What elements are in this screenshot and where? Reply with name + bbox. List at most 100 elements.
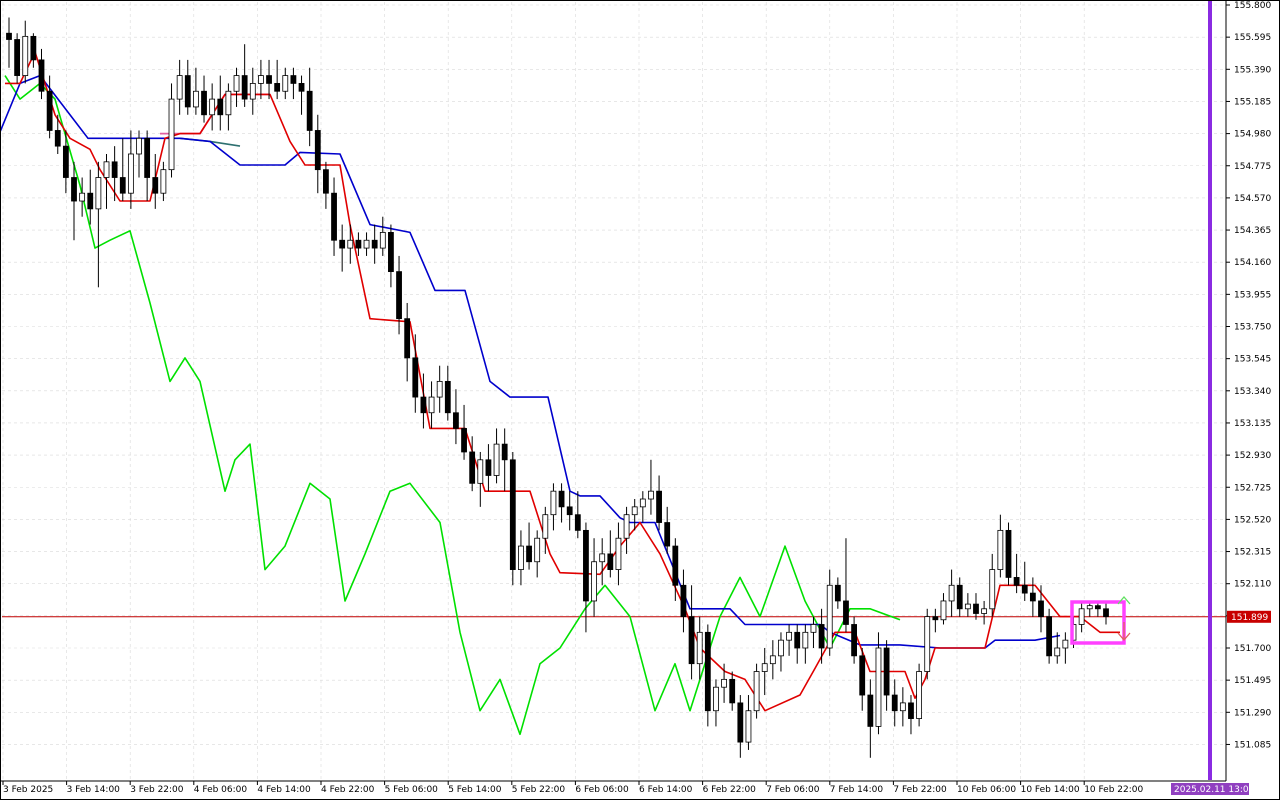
candle-body-bear [144, 137, 151, 178]
candle-body-bear [558, 490, 565, 508]
y-tick-label: 151.085 [1234, 740, 1271, 750]
y-tick-label: 151.495 [1234, 676, 1271, 686]
candle-body-bull [347, 239, 354, 249]
candle-body-bear [672, 545, 679, 586]
x-tick-label: 7 Feb 14:00 [830, 785, 884, 795]
candle-body-bull [753, 671, 760, 712]
y-tick-label: 153.750 [1234, 323, 1271, 333]
candle-body-bull [428, 396, 435, 414]
candle-body-bear [87, 192, 94, 210]
y-tick-label: 154.980 [1234, 130, 1271, 140]
y-tick-label: 154.160 [1234, 258, 1271, 268]
candle [875, 632, 882, 735]
candle [509, 451, 516, 586]
candle-body-bear [404, 318, 411, 359]
candle-body-bull [1086, 605, 1093, 610]
candle-body-bear [956, 584, 963, 610]
candle-body-bear [526, 545, 532, 563]
candle-body-bear [973, 603, 979, 614]
candle-body-bull [258, 75, 264, 84]
x-tick-label: 10 Feb 14:00 [1021, 785, 1080, 795]
candle-body-bull [802, 631, 809, 649]
candle-body-bull [786, 631, 792, 641]
x-tick-label: 5 Feb 06:00 [385, 785, 439, 795]
y-tick-label: 153.340 [1234, 387, 1271, 397]
candle-body-bull [127, 153, 134, 194]
candle-body-bull [826, 584, 833, 649]
candle [924, 608, 931, 680]
candle-body-bull [631, 506, 638, 516]
candle-body-bear [818, 624, 825, 649]
candle-body-bear [656, 490, 662, 523]
x-tick-label: 3 Feb 14:00 [67, 785, 121, 795]
candle-body-bear [184, 75, 191, 108]
candle-body-bull [1078, 608, 1085, 625]
current-price-label: 151.899 [1231, 613, 1268, 623]
candle-body-bear [453, 412, 459, 429]
current-time-vline[interactable] [1208, 0, 1212, 780]
candle-body-bear [843, 600, 849, 625]
vertical-time-line[interactable] [1208, 0, 1212, 780]
price-chart[interactable]: 155.800 155.595 155.390 155.185 154.980 154.7… [0, 0, 1280, 800]
y-tick-label: 152.520 [1234, 515, 1271, 525]
candle-body-bull [924, 616, 931, 672]
candle-body-bull [981, 608, 988, 614]
candle-body-bear [501, 443, 508, 461]
candle-body-bull [168, 98, 175, 171]
candle-body-bull [379, 232, 386, 249]
x-tick-label: 5 Feb 22:00 [512, 785, 566, 795]
candle-body-bull [176, 75, 183, 100]
candle-body-bear [38, 59, 45, 92]
candle-body-bull [648, 490, 654, 500]
x-tick-label: 6 Feb 22:00 [703, 785, 757, 795]
y-tick-label: 155.595 [1234, 33, 1271, 43]
candle [14, 33, 21, 84]
x-tick-label: 6 Feb 06:00 [575, 785, 629, 795]
y-tick-label: 154.365 [1234, 226, 1271, 236]
candle-body-bull [477, 459, 484, 484]
candle [916, 663, 923, 727]
candle [704, 624, 711, 727]
candle-body-bear [314, 130, 321, 171]
candle-body-bear [274, 83, 281, 92]
candle-body-bear [6, 32, 12, 40]
candle-body-bear [46, 90, 53, 131]
candle-body-bull [745, 710, 752, 743]
candle-body-bull [95, 177, 102, 210]
candle-body-bear [1094, 605, 1101, 610]
candle-body-bear [241, 75, 248, 100]
candle-body-bear [1046, 616, 1053, 657]
y-tick-label: 154.570 [1234, 194, 1271, 204]
candle-body-bear [1103, 608, 1109, 618]
candle-body-bear [323, 169, 329, 194]
candle-body-bull [363, 239, 370, 249]
candle-body-bear [688, 616, 695, 665]
candle-body-bull [948, 584, 955, 602]
candle-body-bear [355, 239, 362, 249]
y-tick-label: 155.185 [1234, 97, 1271, 107]
candle-body-bull [997, 529, 1004, 570]
y-tick-label: 152.930 [1234, 451, 1271, 461]
candle-body-bull [769, 655, 776, 665]
candle-body-bull [761, 663, 768, 672]
candle-body-bear [834, 584, 841, 602]
x-tick-label: 10 Feb 22:00 [1084, 785, 1143, 795]
candle-body-bull [103, 161, 110, 178]
candle-body-bull [696, 631, 703, 665]
candle-body-bull [136, 137, 142, 155]
candle-body-bear [371, 239, 378, 249]
candle-body-bear [794, 631, 801, 649]
x-tick-label: 7 Feb 22:00 [893, 785, 947, 795]
candle-body-bear [119, 177, 126, 194]
candle-body-bear [729, 678, 736, 704]
candle [1005, 522, 1012, 586]
candle-body-bull [282, 75, 289, 92]
x-tick-label: 3 Feb 22:00 [130, 785, 184, 795]
candle-body-bear [396, 271, 402, 320]
candle-body-bull [225, 90, 232, 116]
candle-body-bear [509, 459, 516, 570]
x-tick-label: 4 Feb 14:00 [257, 785, 311, 795]
chart-svg[interactable]: 155.800 155.595 155.390 155.185 154.980 154.7… [0, 0, 1280, 800]
candle-body-bull [639, 498, 646, 508]
y-tick-label: 153.545 [1234, 355, 1271, 365]
